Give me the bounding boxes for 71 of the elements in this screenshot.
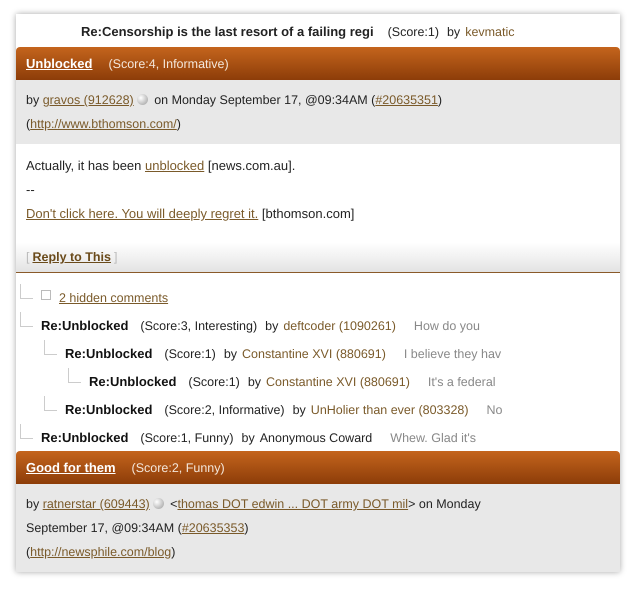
link[interactable]: thomas DOT edwin ... DOT army DOT mil [177,497,408,511]
reply-title[interactable]: Re:Unblocked [65,346,152,361]
tree-connector [20,284,33,299]
reply-link[interactable]: Reply to This [32,250,111,264]
author-link[interactable]: kevmatic [465,25,515,39]
by-text: by [446,25,460,39]
by-text: by [265,319,278,333]
tree-connector [68,368,81,383]
meta-text: on Monday September 17, @09:34AM ( [153,93,376,107]
meta-text: by [26,497,40,511]
link[interactable]: ratnerstar (609443) [42,497,150,511]
comment-snippet: I believe they hav [404,347,502,361]
link[interactable]: http://www.bthomson.com/ [30,117,177,131]
tree-connector [20,424,33,439]
reply-title[interactable]: Re:Unblocked [41,430,128,445]
meta-text: September 17, @09:34AM ( [26,521,182,535]
by-text: by [224,347,238,361]
score-text: (Score:1, Funny) [140,431,234,445]
tree-connector [20,312,33,327]
comment-title-link[interactable]: Unblocked [26,56,92,71]
score-text: (Score:3, Interesting) [140,319,258,333]
meta-text: ( [26,117,30,131]
score-text: (Score:2, Funny) [132,461,225,475]
author-link[interactable]: Constantine XVI (880691) [266,375,410,389]
by-text: by [242,431,255,445]
comment-title[interactable]: Re:Censorship is the last resort of a failing regi [81,24,374,39]
meta-text: -- [26,182,35,197]
link[interactable]: gravos (912628) [42,93,134,107]
meta-text: ) [438,93,442,107]
meta-text: < [169,497,178,511]
link[interactable]: unblocked [145,158,204,173]
meta-text: [bthomson.com] [260,206,354,221]
comment-title-link[interactable]: Good for them [26,460,116,475]
reply-title[interactable]: Re:Unblocked [41,318,128,333]
tree-connector [44,340,57,355]
meta-text: ) [176,117,181,131]
comment-snippet: How do you [414,319,480,333]
reply-title[interactable]: Re:Unblocked [65,402,152,417]
comment-snippet: Whew. Glad it's [390,431,476,445]
author-link[interactable]: deftcoder (1090261) [283,319,396,333]
status-dot-icon [136,94,148,105]
status-dot-icon [152,498,164,509]
comment-snippet: It's a federal [428,375,496,389]
comment-snippet: No [486,403,503,417]
score-text: (Score:2, Informative) [164,403,285,417]
meta-text: ) [244,521,249,535]
by-text: by [292,403,306,417]
meta-text: ) [171,545,176,559]
link[interactable]: #20635353 [182,521,244,535]
meta-text: [news.com.au]. [206,158,296,173]
author-link[interactable]: Constantine XVI (880691) [242,347,386,361]
meta-text: Actually, it has been [26,158,142,173]
score-text: (Score:4, Informative) [108,57,229,71]
link[interactable]: #20635351 [375,93,438,107]
score-text: (Score:1) [188,375,240,389]
meta-text: ( [26,545,30,559]
by-text: by [248,375,262,389]
bracket-text: [ [26,250,30,264]
meta-text: by [26,93,40,107]
tree-connector [44,396,57,411]
meta-text: > on Monday [408,497,481,511]
bracket-text: ] [114,250,118,264]
link[interactable]: http://newsphile.com/blog [30,545,172,559]
score-text: (Score:1) [164,347,216,361]
checkbox-icon[interactable] [41,290,51,300]
author-name: Anonymous Coward [260,431,372,445]
reply-title[interactable]: Re:Unblocked [89,374,176,389]
hidden-comments-link[interactable]: 2 hidden comments [59,291,168,305]
score-text: (Score:1) [388,25,439,39]
author-link[interactable]: UnHolier than ever (803328) [310,403,469,417]
link[interactable]: Don't click here. You will deeply regret it. [26,206,258,221]
